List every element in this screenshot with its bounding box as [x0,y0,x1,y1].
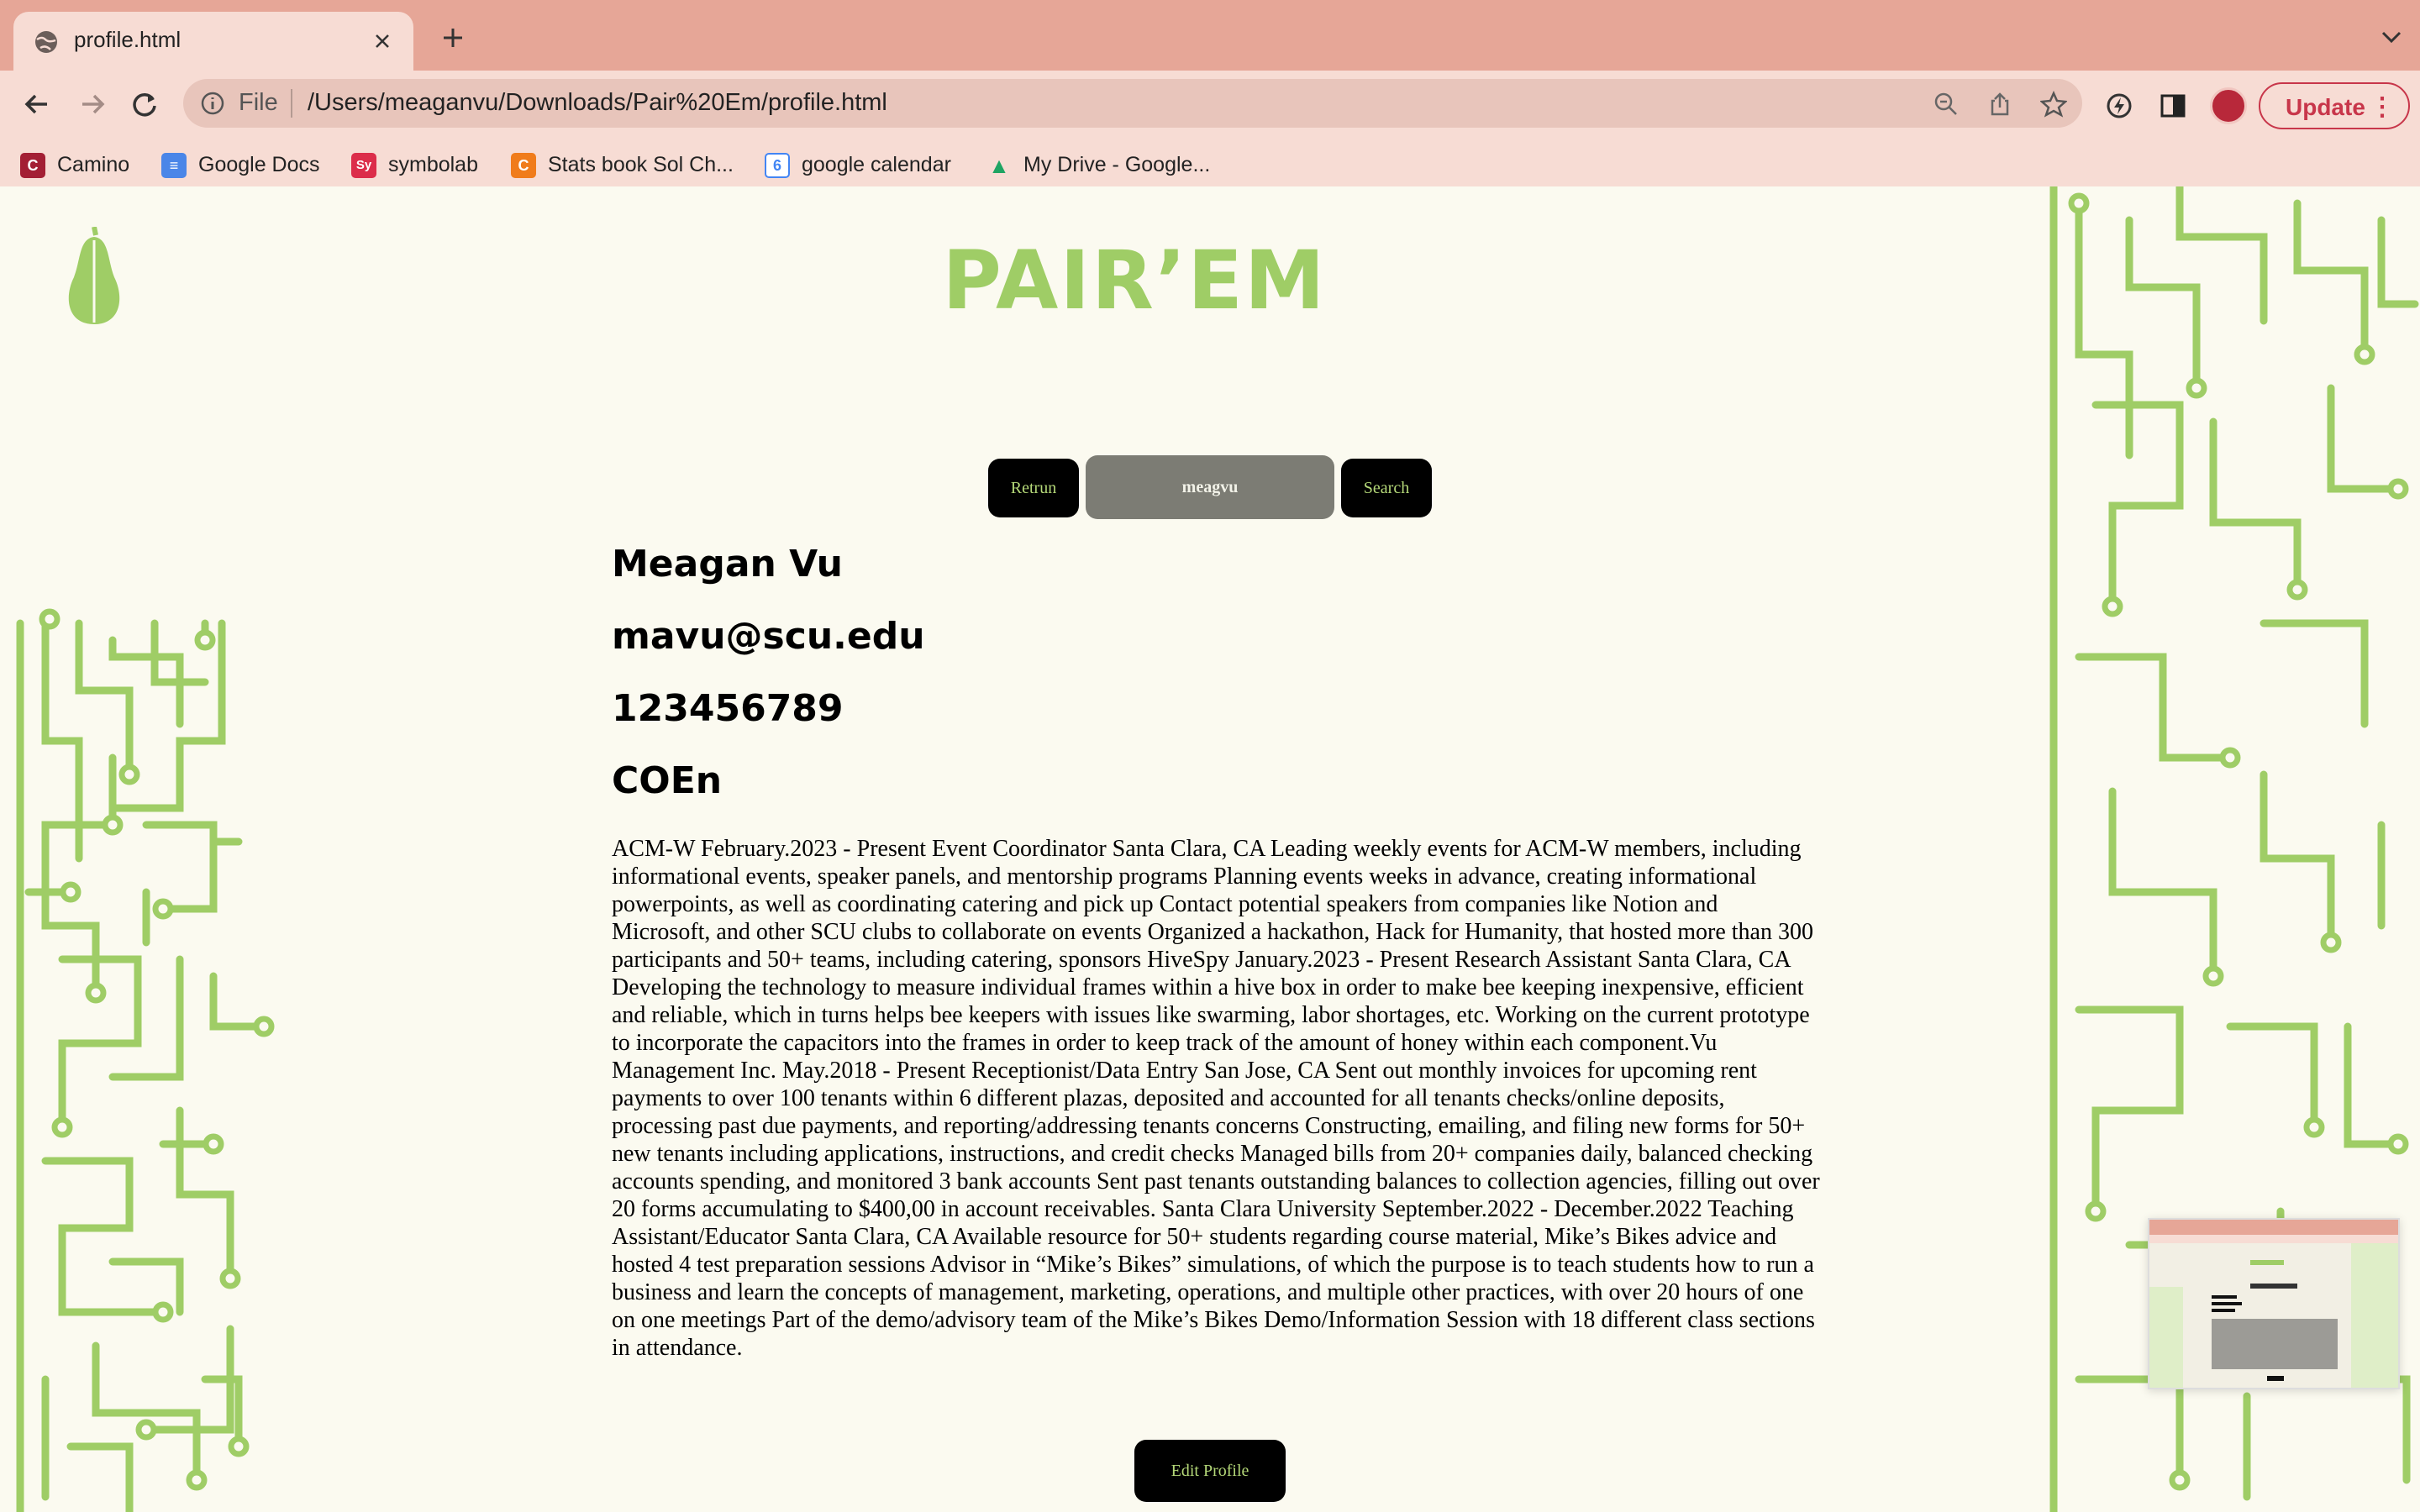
thumbnail-preview-graphic [2149,1220,2398,1388]
address-divider [291,89,292,118]
profile-email: mavu@scu.edu [612,615,925,658]
tab-profile[interactable]: profile.html [13,12,413,71]
share-icon[interactable] [1986,91,2013,118]
bookmarks-bar: C Camino ≡ Google Docs Sy symbolab C Sta… [0,144,1260,186]
bookmark-label: Camino [57,153,130,176]
browser-toolbar: File /Users/meaganvu/Downloads/Pair%20Em… [0,71,2420,203]
profile-student-id: 123456789 [612,687,844,730]
zoom-out-icon[interactable] [1933,91,1960,118]
circuit-maze-left-graphic [16,608,275,1512]
page-content: PAIR’EM Retrun meagvu Search Meagan Vu m… [0,186,2420,1512]
return-button[interactable]: Retrun [988,459,1079,517]
new-tab-icon[interactable] [440,25,466,50]
brand-title: PAIR’EM [942,234,1327,328]
chegg-icon: C [511,153,536,178]
reload-icon[interactable] [128,87,161,121]
profile-bio: ACM-W February.2023 - Present Event Coor… [612,836,1820,1361]
close-icon[interactable] [370,29,395,54]
more-menu-icon[interactable]: ⋮ [2370,92,2395,122]
address-scheme: File [239,89,278,116]
extensions-icon[interactable] [2104,91,2134,121]
search-button[interactable]: Search [1341,459,1432,517]
search-input[interactable]: meagvu [1086,455,1334,519]
calendar-icon: 6 [765,153,790,178]
globe-icon [35,31,57,53]
tab-strip: profile.html [0,0,2420,71]
side-panel-icon[interactable] [2158,91,2188,121]
google-drive-icon: ▲ [988,153,1010,178]
edit-profile-button[interactable]: Edit Profile [1134,1440,1286,1502]
update-label: Update [2286,94,2365,120]
tab-title: profile.html [74,27,182,52]
bookmark-star-icon[interactable] [2040,91,2067,118]
screenshot-thumbnail[interactable] [2148,1218,2400,1389]
info-icon[interactable] [200,91,225,116]
address-url[interactable]: /Users/meaganvu/Downloads/Pair%20Em/prof… [308,89,887,117]
bookmark-label: My Drive - Google... [1023,153,1211,176]
back-arrow-icon[interactable] [20,87,54,121]
camino-icon: C [20,153,45,178]
bookmark-label: Google Docs [198,153,320,176]
profile-major: COEn [612,759,723,802]
profile-avatar[interactable] [2210,87,2247,124]
chevron-down-icon[interactable] [2380,29,2403,45]
update-button[interactable]: Update ⋮ [2259,82,2410,129]
profile-name: Meagan Vu [612,543,843,585]
address-bar[interactable]: File /Users/meaganvu/Downloads/Pair%20Em… [183,79,2082,128]
bookmark-label: Stats book Sol Ch... [548,153,734,176]
google-docs-icon: ≡ [161,153,187,178]
bookmark-label: symbolab [388,153,478,176]
bookmark-label: google calendar [802,153,951,176]
symbolab-icon: Sy [351,153,376,178]
forward-arrow-icon[interactable] [76,87,109,121]
